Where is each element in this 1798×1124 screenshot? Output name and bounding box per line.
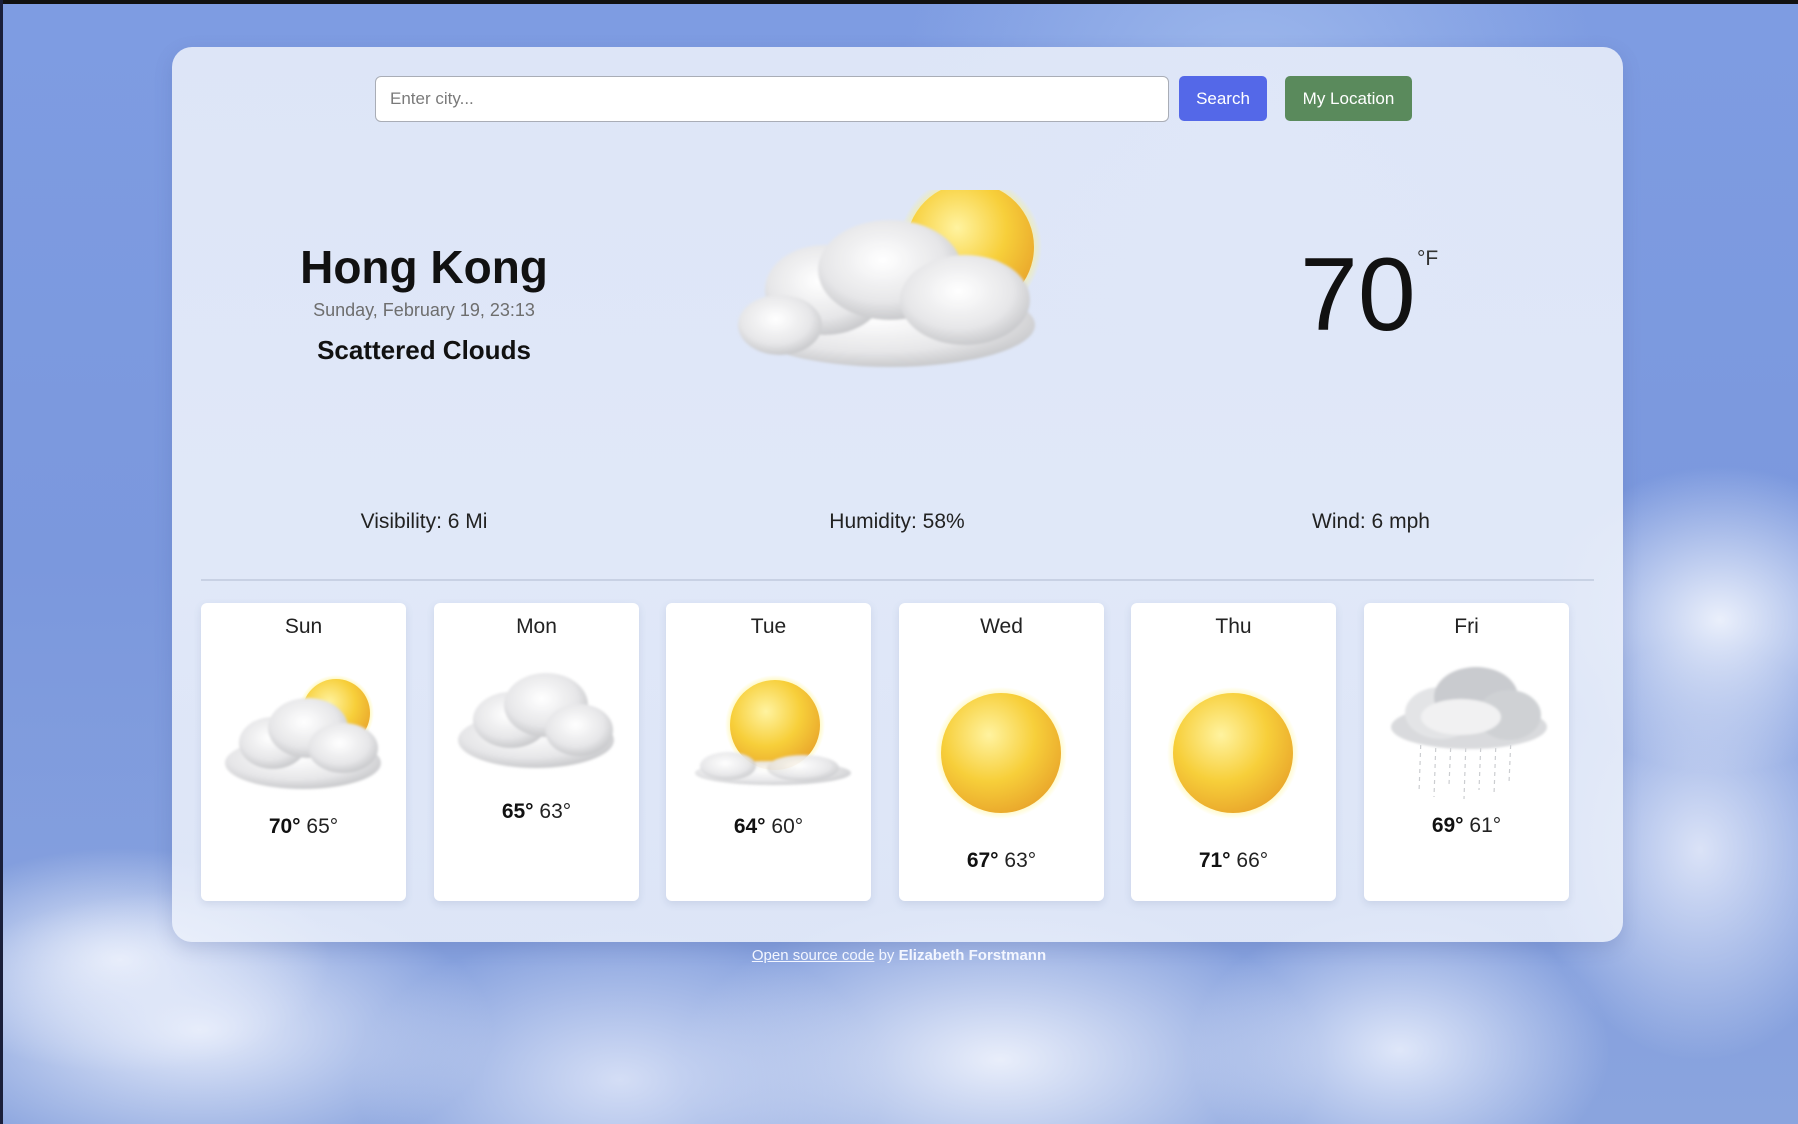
visibility-value: Visibility: 6 Mi — [360, 510, 488, 533]
temperature-unit-toggle[interactable]: °F — [1417, 247, 1438, 271]
forecast-max: 69° — [1431, 814, 1464, 837]
forecast-temps: 67° 63° — [899, 849, 1104, 873]
forecast-min: 61° — [1469, 814, 1502, 837]
forecast-min: 65° — [306, 815, 339, 838]
footer-by: by — [874, 947, 899, 964]
forecast-day: Wed — [980, 615, 1023, 638]
my-location-button[interactable]: My Location — [1285, 76, 1412, 121]
forecast-temps: 69° 61° — [1364, 814, 1569, 838]
weather-description: Scattered Clouds — [317, 335, 531, 365]
current-datetime: Sunday, February 19, 23:13 — [313, 300, 535, 320]
forecast-card: Sun 70° 65° — [201, 603, 406, 901]
sun-icon — [1167, 687, 1299, 819]
forecast-card: Thu 71° 66° — [1131, 603, 1336, 901]
forecast-card: Tue 64° 60° — [666, 603, 871, 901]
forecast-day: Tue — [750, 615, 787, 638]
forecast-max: 71° — [1198, 849, 1231, 872]
forecast-card: Wed 67° 63° — [899, 603, 1104, 901]
sun-behind-cloud-icon — [738, 190, 1042, 367]
footer-author: Elizabeth Forstmann — [898, 947, 1047, 964]
forecast-day: Fri — [1454, 615, 1479, 638]
forecast-day: Sun — [284, 615, 323, 638]
forecast-min: 66° — [1236, 849, 1269, 872]
current-temperature: 70 — [1300, 237, 1416, 353]
humidity-value: Humidity: 58% — [829, 510, 965, 533]
sun-behind-cloud-icon — [225, 675, 381, 789]
sun-icon — [935, 687, 1067, 819]
forecast-day: Mon — [516, 615, 557, 638]
forecast-max: 64° — [733, 815, 766, 838]
open-source-link[interactable]: Open source code — [752, 947, 875, 964]
wind-value: Wind: 6 mph — [1312, 510, 1430, 533]
city-search-input[interactable] — [375, 76, 1169, 122]
forecast-temps: 70° 65° — [201, 815, 406, 839]
forecast-day: Thu — [1215, 615, 1252, 638]
forecast-min: 63° — [1004, 849, 1037, 872]
forecast-max: 70° — [268, 815, 301, 838]
footer: Open source code by Elizabeth Forstmann — [0, 947, 1798, 964]
forecast-card: Fri 69° 61° — [1364, 603, 1569, 901]
forecast-temps: 64° 60° — [666, 815, 871, 839]
forecast-card: Mon 65° 63° — [434, 603, 639, 901]
section-divider — [201, 579, 1594, 581]
search-button[interactable]: Search — [1179, 76, 1267, 121]
rain-cloud-icon — [1391, 667, 1547, 800]
forecast-max: 67° — [966, 849, 999, 872]
forecast-min: 63° — [539, 800, 572, 823]
city-name: Hong Kong — [300, 241, 548, 293]
forecast-max: 65° — [501, 800, 534, 823]
forecast-temps: 71° 66° — [1131, 849, 1336, 873]
window-top-edge — [0, 0, 1798, 4]
sun-behind-small-cloud-icon — [695, 675, 851, 785]
forecast-min: 60° — [771, 815, 804, 838]
forecast-temps: 65° 63° — [434, 800, 639, 824]
cloud-icon — [458, 673, 614, 768]
